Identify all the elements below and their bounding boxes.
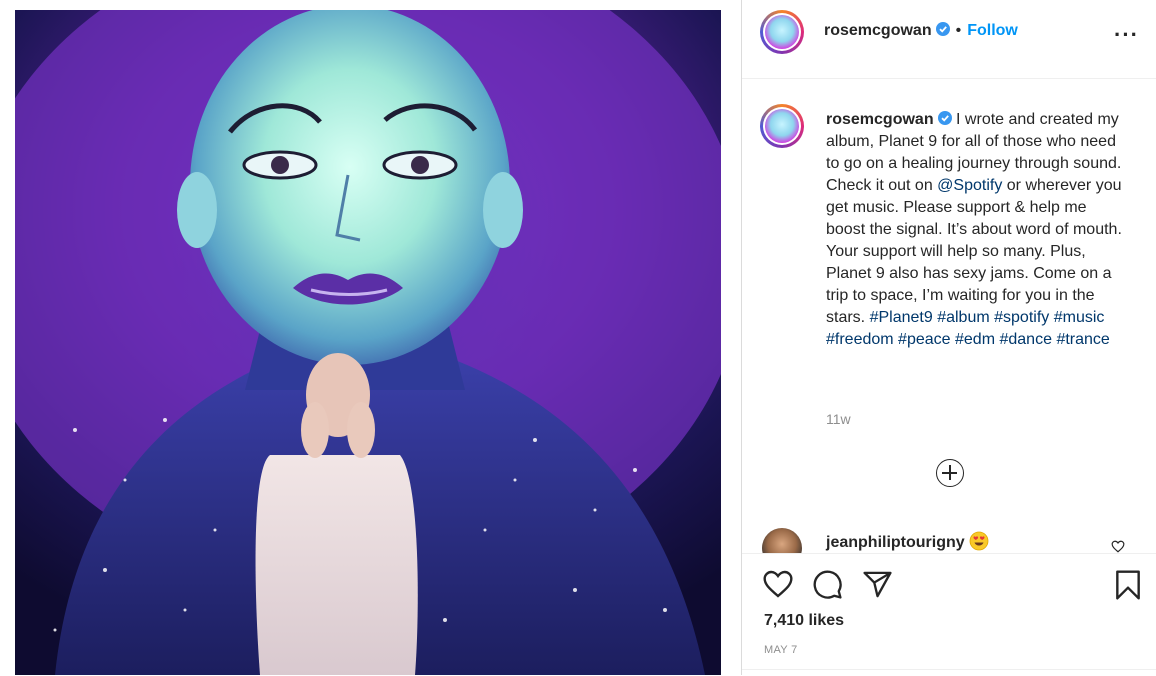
- post-photo-illustration: [15, 10, 721, 675]
- hashtag[interactable]: #spotify: [994, 309, 1049, 326]
- post-photo[interactable]: [15, 10, 721, 675]
- verified-badge-icon: [935, 22, 950, 36]
- hashtag[interactable]: #edm: [955, 331, 995, 348]
- caption-mention[interactable]: @Spotify: [937, 177, 1002, 194]
- comment-like-heart-icon[interactable]: [1111, 540, 1125, 553]
- author-info: rosemcgowan • Follow: [824, 22, 1018, 40]
- commenter-avatar[interactable]: [762, 528, 802, 553]
- plus-circle-icon[interactable]: [936, 459, 964, 487]
- post-date[interactable]: MAY 7: [764, 644, 798, 656]
- verified-badge-icon: [937, 111, 952, 125]
- comment-bubble-icon[interactable]: [812, 569, 843, 600]
- paper-plane-icon[interactable]: [862, 569, 893, 600]
- hashtag[interactable]: #album: [937, 309, 989, 326]
- caption-avatar[interactable]: [760, 104, 804, 148]
- hashtag[interactable]: #music: [1054, 309, 1105, 326]
- likes-count[interactable]: 7,410 likes: [764, 612, 844, 630]
- hashtag[interactable]: #trance: [1056, 331, 1109, 348]
- post-header: rosemcgowan • Follow ···: [742, 0, 1156, 79]
- heart-icon[interactable]: [762, 569, 794, 599]
- post-caption: rosemcgowan I wrote and created my album…: [826, 109, 1126, 351]
- follow-button[interactable]: Follow: [967, 22, 1018, 39]
- hashtag[interactable]: #freedom: [826, 331, 894, 348]
- more-options-icon[interactable]: ···: [1114, 22, 1139, 48]
- post-side-panel: rosemcgowan • Follow ··· rosemcgowan I wro…: [741, 0, 1156, 675]
- author-avatar[interactable]: [760, 10, 804, 54]
- commenter-info: jeanphiliptourigny: [826, 531, 989, 552]
- caption-username[interactable]: rosemcgowan: [826, 111, 934, 128]
- heart-eyes-emoji-icon: [969, 531, 989, 551]
- divider: [742, 669, 1156, 670]
- bookmark-icon[interactable]: [1114, 569, 1142, 601]
- caption-age[interactable]: 11w: [826, 411, 851, 427]
- caption-text-part2: or wherever you get music. Please suppor…: [826, 177, 1122, 326]
- comment-item: jeanphiliptourigny: [742, 520, 1156, 553]
- commenter-username[interactable]: jeanphiliptourigny: [826, 534, 965, 551]
- author-username[interactable]: rosemcgowan: [824, 22, 932, 39]
- post-media: [0, 0, 740, 675]
- separator-dot: •: [955, 22, 962, 39]
- hashtag[interactable]: #peace: [898, 331, 951, 348]
- post-actions: 7,410 likes MAY 7: [742, 553, 1156, 676]
- hashtag[interactable]: #dance: [999, 331, 1052, 348]
- hashtag[interactable]: #Planet9: [870, 309, 933, 326]
